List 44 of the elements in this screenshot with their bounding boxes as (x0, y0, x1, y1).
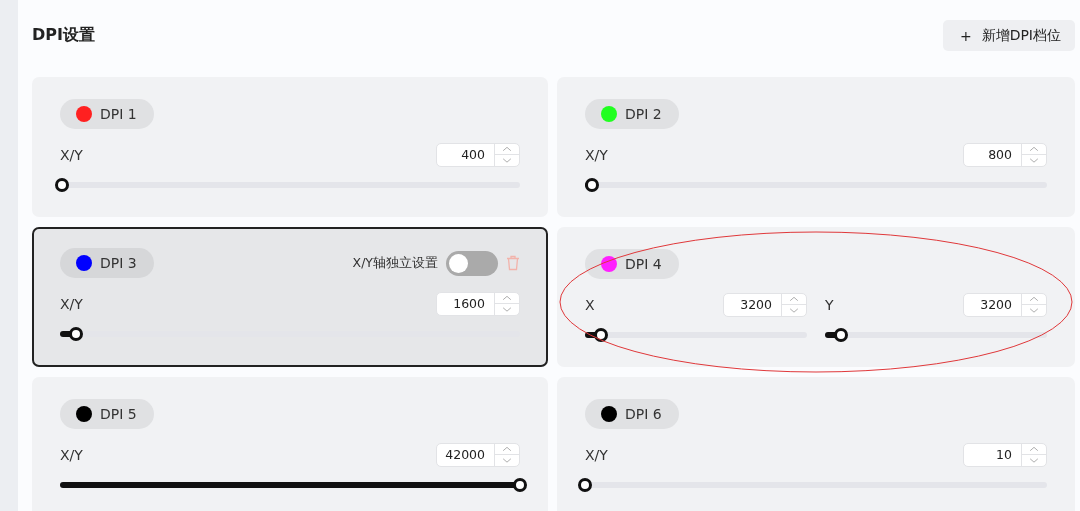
down-caret-icon[interactable] (1022, 154, 1046, 166)
slider-thumb[interactable] (55, 178, 70, 192)
down-caret-icon[interactable] (495, 303, 519, 315)
down-caret-icon[interactable] (1022, 304, 1046, 316)
down-caret-icon[interactable] (1022, 454, 1046, 466)
dpi-name: DPI 2 (625, 106, 662, 122)
dpi-value-stepper[interactable]: 42000 (436, 442, 520, 467)
axis-label: X/Y (585, 146, 608, 163)
add-dpi-button[interactable]: + 新增DPI档位 (942, 20, 1075, 51)
dpi-card[interactable]: DPI 2 X/Y 800 (557, 77, 1075, 217)
axis-label: X/Y (60, 446, 83, 463)
axis-label: X/Y (60, 146, 83, 163)
slider-thumb[interactable] (69, 327, 84, 341)
dpi-value-stepper[interactable]: 400 (436, 142, 520, 167)
plus-icon: + (959, 27, 972, 44)
trash-icon[interactable] (506, 255, 520, 271)
dpi-value-stepper[interactable]: 1600 (436, 291, 520, 316)
axis-label: X/Y (585, 446, 608, 463)
slider-thumb[interactable] (584, 178, 599, 192)
down-caret-icon[interactable] (495, 454, 519, 466)
dpi-name: DPI 5 (100, 406, 137, 422)
down-caret-icon[interactable] (495, 154, 519, 166)
axis-label: Y (825, 296, 834, 313)
axis-label: X/Y (60, 295, 83, 312)
toggle-label: X/Y轴独立设置 (352, 254, 438, 272)
page-title: DPI设置 (32, 25, 95, 46)
slider-thumb[interactable] (513, 478, 527, 492)
axis-label: X (585, 296, 595, 313)
dpi-value-stepper[interactable]: 800 (963, 142, 1047, 167)
dpi-name: DPI 3 (100, 255, 137, 271)
slider-thumb[interactable] (833, 328, 848, 342)
slider-thumb[interactable] (578, 478, 592, 492)
dpi-name: DPI 1 (100, 106, 137, 122)
dpi-value-stepper[interactable]: 3200 (723, 292, 807, 317)
dpi-name: DPI 4 (625, 256, 662, 272)
toggle-switch[interactable] (446, 250, 498, 276)
dpi-name: DPI 6 (625, 406, 662, 422)
down-caret-icon[interactable] (782, 304, 806, 316)
dpi-value-stepper[interactable]: 10 (963, 442, 1047, 467)
dpi-value-stepper[interactable]: 3200 (963, 292, 1047, 317)
dpi-card[interactable]: DPI 1 X/Y 400 (32, 77, 548, 217)
dpi-card[interactable]: DPI 6 X/Y 10 (557, 377, 1075, 511)
dpi-card[interactable]: DPI 5 X/Y 42000 (32, 377, 548, 511)
dpi-card[interactable]: DPI 3 X/Y轴独立设置 X/Y 1600 (32, 227, 548, 367)
